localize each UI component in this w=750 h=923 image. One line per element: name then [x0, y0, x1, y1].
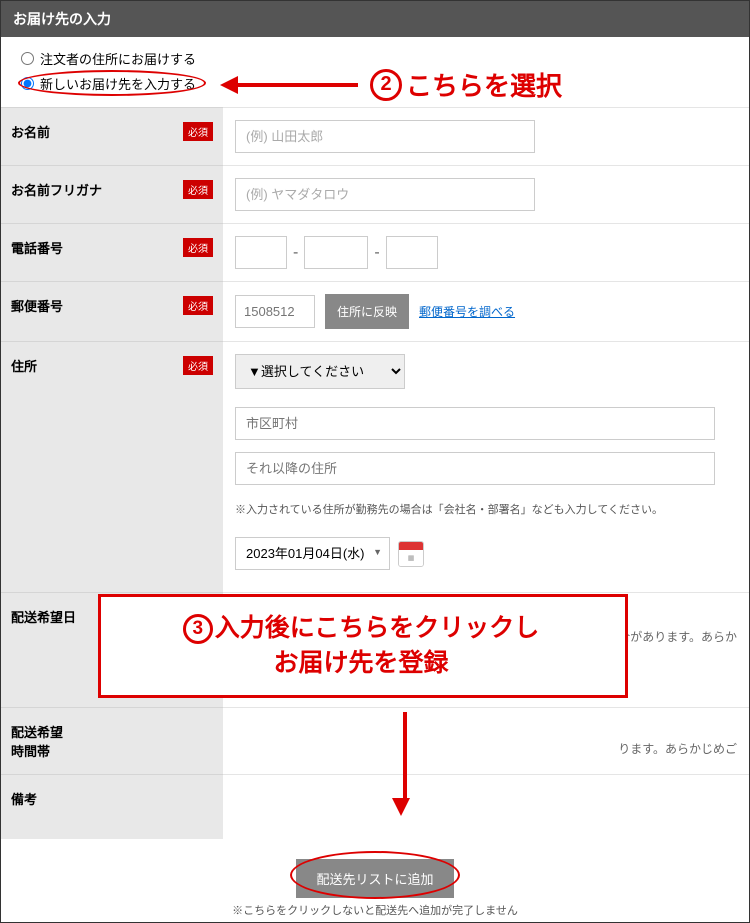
label-kana: お名前フリガナ 必須: [1, 165, 223, 223]
phone-input-2[interactable]: [304, 236, 368, 269]
radio-label: 新しいお届け先を入力する: [40, 74, 196, 93]
radio-existing-address[interactable]: 注文者の住所にお届けする: [21, 49, 729, 68]
add-to-list-button[interactable]: 配送先リストに追加: [296, 859, 453, 898]
radio-new-input[interactable]: [21, 77, 34, 90]
delivery-date-select[interactable]: 2023年01月04日(水): [235, 537, 390, 570]
phone-input-1[interactable]: [235, 236, 287, 269]
label-address: 住所 必須: [1, 341, 223, 592]
time-note: ります。あらかじめご: [235, 740, 737, 757]
kana-input[interactable]: [235, 178, 535, 211]
required-badge: 必須: [183, 356, 213, 375]
phone-input-3[interactable]: [386, 236, 438, 269]
form-table: お名前 必須 お名前フリガナ 必須 電話番号 必須: [1, 107, 749, 839]
date-range-note: 2023年01月04日～2023年01月18日までをご指定下さい。: [235, 605, 737, 622]
required-badge: 必須: [183, 122, 213, 141]
radio-existing-input[interactable]: [21, 52, 34, 65]
label-phone: 電話番号 必須: [1, 223, 223, 281]
label-delivery-time: 配送希望 時間帯: [1, 707, 223, 774]
section-header: お届け先の入力: [1, 1, 749, 37]
name-input[interactable]: [235, 120, 535, 153]
radio-label: 注文者の住所にお届けする: [40, 49, 196, 68]
label-delivery-date: 配送希望日 必須: [1, 592, 223, 707]
label-remarks: 備考: [1, 774, 223, 839]
required-badge: 必須: [183, 607, 213, 626]
postal-input[interactable]: [235, 295, 315, 328]
form-container: お届け先の入力 注文者の住所にお届けする 新しいお届け先を入力する お名前 必須…: [0, 0, 750, 923]
required-badge: 必須: [183, 180, 213, 199]
prefecture-select[interactable]: ▼選択してください: [235, 354, 405, 389]
label-name: お名前 必須: [1, 107, 223, 165]
postal-lookup-link[interactable]: 郵便番号を調べる: [419, 303, 515, 320]
radio-group: 注文者の住所にお届けする 新しいお届け先を入力する: [1, 37, 749, 107]
rest-address-input[interactable]: [235, 452, 715, 485]
radio-new-address[interactable]: 新しいお届け先を入力する: [21, 74, 729, 93]
date-extra-note: 合があります。あらか: [235, 628, 737, 645]
required-badge: 必須: [183, 296, 213, 315]
address-note: ※入力されている住所が勤務先の場合は「会社名・部署名」なども入力してください。: [235, 501, 737, 517]
calendar-icon[interactable]: ▦: [398, 541, 424, 567]
required-badge: 必須: [183, 238, 213, 257]
city-input[interactable]: [235, 407, 715, 440]
phone-separator: -: [374, 244, 379, 262]
label-postal: 郵便番号 必須: [1, 281, 223, 341]
postal-apply-button[interactable]: 住所に反映: [325, 294, 409, 329]
submit-row: 配送先リストに追加: [1, 839, 749, 902]
footer-note: ※こちらをクリックしないと配送先へ追加が完了しません: [1, 902, 749, 922]
phone-separator: -: [293, 244, 298, 262]
